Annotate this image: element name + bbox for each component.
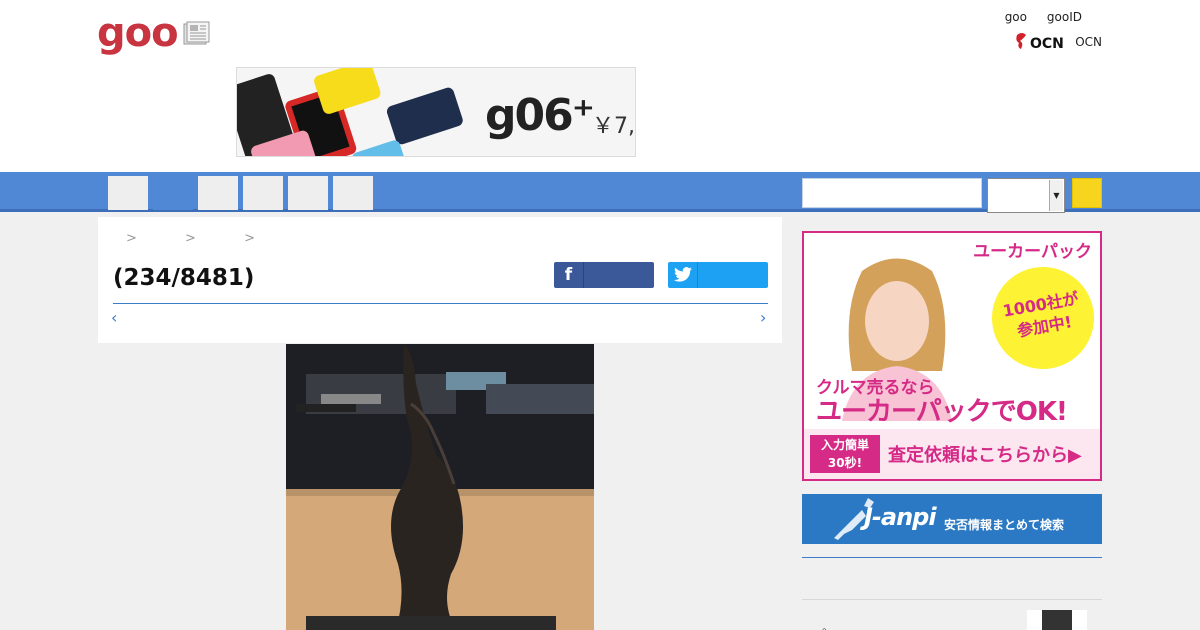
statue-photo-image [286,344,594,630]
nav-tab-4[interactable] [243,176,283,210]
thumbnail-image [1042,610,1072,630]
next-arrow-icon[interactable]: › [760,308,766,327]
twitter-share-button[interactable] [668,262,768,288]
ad-tag-line1: 入力簡単 [820,438,869,452]
ad-cta-text: 査定依頼はこちらから▶ [888,445,1082,466]
ad-brand: g06⁺ [485,90,595,141]
nav-tab-1[interactable] [108,176,148,210]
nav-tab-5[interactable] [288,176,328,210]
ad-tag-line2: 30秒! [827,456,863,470]
ad-badge: 1000社が 参加中! [983,258,1100,378]
svg-text:OCN: OCN [1030,36,1064,52]
dropdown-arrow-icon[interactable]: ▼ [1049,180,1063,211]
site-header: goo goo gooID OCN OCN g06⁺ ￥7,80 [0,0,1200,172]
janpi-banner[interactable]: J-anpi 安否情報まとめて検索 [802,494,1102,544]
breadcrumb-separator: > [244,231,255,246]
sidebar-divider-2 [802,599,1102,600]
category-nav: ▼ [0,172,1200,213]
news-icon[interactable] [183,21,210,46]
title-divider [113,303,768,304]
article-header: > > > (234/8481) f ‹ › [98,217,782,343]
breadcrumb-separator: > [185,231,196,246]
goo-link[interactable]: goo [1005,10,1027,24]
prev-arrow-icon[interactable]: ‹ [111,308,117,327]
breadcrumb: > > > [126,231,279,246]
ad-cta-bar[interactable]: 入力簡単 30秒! 査定依頼はこちらから▶ [804,429,1100,479]
ad-price: ￥7,80 [592,114,635,139]
ocn-logo-icon[interactable]: OCN [1014,29,1070,53]
nav-tab-2[interactable] [153,176,193,210]
sidebar-thumbnail[interactable] [1027,610,1087,630]
nav-tab-6[interactable] [333,176,373,210]
goo-logo[interactable]: goo [97,10,179,56]
gooid-link[interactable]: gooID [1047,10,1082,24]
sidebar-divider [802,557,1102,558]
article-photo[interactable] [286,344,594,630]
janpi-logo: J-anpi [864,503,937,531]
search-scope-select[interactable]: ▼ [987,178,1065,213]
car-ad[interactable]: ユーカーパック 1000社が 参加中! クルマ売るなら ユーカーパックでOK! … [802,231,1102,481]
search-input[interactable] [802,178,982,208]
breadcrumb-separator: > [126,231,137,246]
search-button[interactable] [1072,178,1102,208]
facebook-icon: f [554,262,584,288]
sidebar-list-bullet: 。 [822,620,835,630]
facebook-share-button[interactable]: f [554,262,654,288]
ocn-link[interactable]: OCN [1075,35,1102,49]
twitter-icon [668,262,698,288]
ad-headline-2: ユーカーパックでOK! [816,397,1068,427]
nav-tab-3[interactable] [198,176,238,210]
janpi-subtitle: 安否情報まとめて検索 [944,518,1065,532]
ad-corner-title: ユーカーパック [973,242,1092,262]
ad-tag: 入力簡単 30秒! [810,435,880,473]
phone-ad-banner[interactable]: g06⁺ ￥7,80 [236,67,636,157]
header-links: goo gooID OCN OCN [842,9,1102,59]
page-title: (234/8481) [113,265,255,291]
